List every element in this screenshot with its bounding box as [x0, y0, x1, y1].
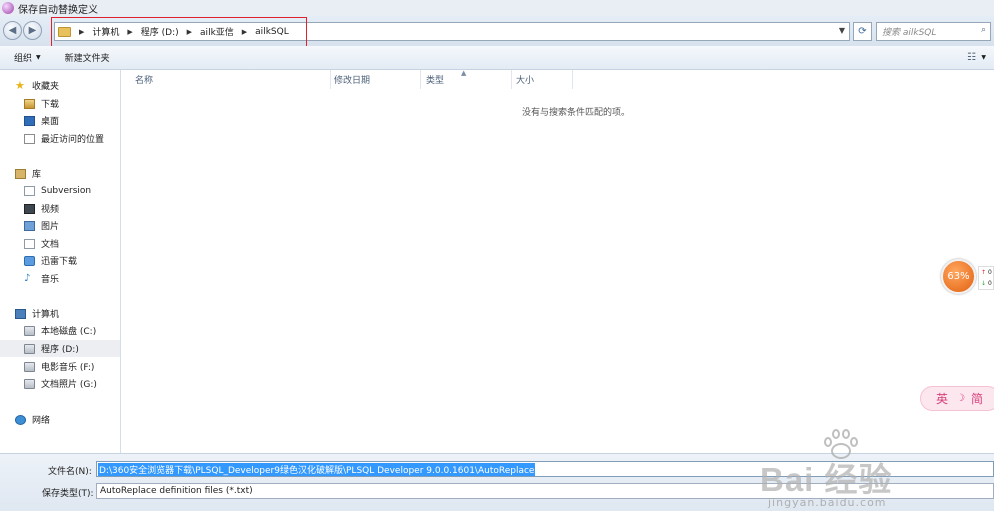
- net-speed-panel: ↑ 0 ↓ 0: [978, 266, 994, 290]
- column-header-modified[interactable]: 修改日期: [328, 70, 421, 89]
- filetype-label: 保存类型(T):: [42, 489, 94, 499]
- picture-icon: [24, 220, 35, 231]
- video-icon: [24, 203, 35, 214]
- view-options-icon[interactable]: ☷: [967, 52, 976, 63]
- thunder-download-icon: [24, 255, 35, 266]
- organize-button[interactable]: 组织 ▼: [0, 51, 51, 64]
- title-bar: 保存自动替换定义: [0, 0, 994, 16]
- recent-places-icon: [24, 133, 35, 144]
- app-icon: [2, 2, 14, 14]
- drive-icon: [24, 378, 35, 389]
- filename-value: D:\360安全浏览器下载\PLSQL_Developer9绿色汉化破解版\PL…: [98, 462, 536, 476]
- baidu-watermark: Bai 经验 jingyan.baidu.com: [760, 427, 994, 511]
- search-input[interactable]: 搜索 ailkSQL ⌕: [876, 22, 991, 41]
- nav-subversion-label: Subversion: [41, 185, 92, 196]
- nav-computer-label: 计算机: [32, 310, 60, 320]
- new-folder-label: 新建文件夹: [64, 54, 110, 64]
- music-note-icon: ♪: [24, 272, 31, 284]
- watermark-url: jingyan.baidu.com: [768, 496, 887, 509]
- nav-libraries[interactable]: 库: [15, 165, 135, 182]
- document-icon: [24, 185, 35, 196]
- caret-down-icon: ▼: [36, 54, 41, 61]
- nav-desktop-label: 桌面: [41, 117, 60, 127]
- column-size-label: 大小: [516, 76, 535, 86]
- column-header-size[interactable]: 大小: [510, 70, 573, 89]
- column-header-name[interactable]: 名称: [129, 70, 331, 89]
- refresh-icon: ⟳: [858, 26, 867, 37]
- network-icon: [15, 414, 26, 425]
- nav-favorites-label: 收藏夹: [32, 82, 60, 92]
- file-list-area[interactable]: 名称 修改日期 类型 ▲ 大小 没有与搜索条件匹配的项。: [122, 69, 994, 453]
- download-arrow-icon: ↓: [981, 280, 987, 287]
- back-button[interactable]: ◀: [3, 21, 22, 40]
- nav-computer[interactable]: 计算机: [15, 305, 135, 322]
- toolbar: 组织 ▼ 新建文件夹 ☷ ▼: [0, 46, 994, 70]
- nav-libraries-label: 库: [32, 170, 42, 180]
- column-name-label: 名称: [135, 76, 154, 86]
- star-icon: ★: [15, 78, 25, 92]
- drive-icon: [24, 361, 35, 372]
- ime-toolbar[interactable]: 英 ☽ 简: [920, 386, 994, 411]
- library-icon: [15, 168, 26, 179]
- nav-drive-f-label: 电影音乐 (F:): [41, 363, 95, 373]
- nav-favorites[interactable]: ★ 收藏夹: [15, 77, 135, 94]
- column-modified-label: 修改日期: [334, 76, 371, 86]
- nav-pictures-label: 图片: [41, 222, 60, 232]
- ime-language-label[interactable]: 英: [936, 390, 948, 407]
- arrow-right-icon: ▶: [28, 25, 37, 36]
- nav-music-label: 音乐: [41, 275, 60, 285]
- search-icon: ⌕: [980, 25, 986, 35]
- filetype-value: AutoReplace definition files (*.txt): [100, 486, 253, 496]
- address-history-dropdown-icon[interactable]: ▼: [839, 26, 845, 35]
- annotation-highlight-box: [51, 17, 307, 49]
- nav-downloads-label: 下载: [41, 100, 60, 110]
- drive-icon: [24, 325, 35, 336]
- nav-drive-d-label: 程序 (D:): [41, 345, 79, 355]
- refresh-button[interactable]: ⟳: [853, 22, 872, 41]
- ime-mode-label[interactable]: 简: [971, 390, 983, 407]
- nav-network-label: 网络: [32, 416, 51, 426]
- nav-documents-label: 文档: [41, 240, 60, 250]
- moon-icon[interactable]: ☽: [956, 393, 965, 404]
- organize-label: 组织: [14, 54, 33, 64]
- view-caret-icon[interactable]: ▼: [981, 54, 986, 61]
- nav-recent-label: 最近访问的位置: [41, 135, 105, 145]
- window-title: 保存自动替换定义: [18, 4, 98, 16]
- nav-videos-label: 视频: [41, 205, 60, 215]
- nav-drive-d[interactable]: 程序 (D:): [0, 340, 120, 357]
- sort-ascending-icon: ▲: [461, 69, 467, 77]
- speed-ball-widget[interactable]: 63%: [941, 259, 976, 294]
- desktop-icon: [24, 115, 35, 126]
- nav-drive-c-label: 本地磁盘 (C:): [41, 327, 97, 337]
- nav-thunder-label: 迅雷下载: [41, 257, 78, 267]
- watermark-brand: Bai 经验: [760, 461, 893, 498]
- upload-arrow-icon: ↑: [981, 269, 987, 276]
- memory-percent: 63%: [947, 271, 970, 282]
- computer-icon: [15, 308, 26, 319]
- drive-icon: [24, 343, 35, 354]
- downloads-folder-icon: [24, 98, 35, 109]
- documents-icon: [24, 238, 35, 249]
- download-value: 0: [987, 280, 992, 287]
- nav-network[interactable]: 网络: [15, 411, 135, 428]
- forward-button[interactable]: ▶: [23, 21, 42, 40]
- filename-label: 文件名(N):: [48, 467, 92, 477]
- new-folder-button[interactable]: 新建文件夹: [51, 51, 120, 64]
- arrow-left-icon: ◀: [8, 25, 17, 36]
- empty-message: 没有与搜索条件匹配的项。: [522, 108, 631, 118]
- upload-value: 0: [987, 269, 992, 276]
- column-type-label: 类型: [426, 76, 445, 86]
- navigation-pane: ★ 收藏夹 下载 桌面 最近访问的位置 库 Subversion 视频 图片 文…: [0, 70, 121, 453]
- nav-drive-g-label: 文档照片 (G:): [41, 380, 97, 390]
- search-placeholder: 搜索 ailkSQL: [882, 28, 937, 38]
